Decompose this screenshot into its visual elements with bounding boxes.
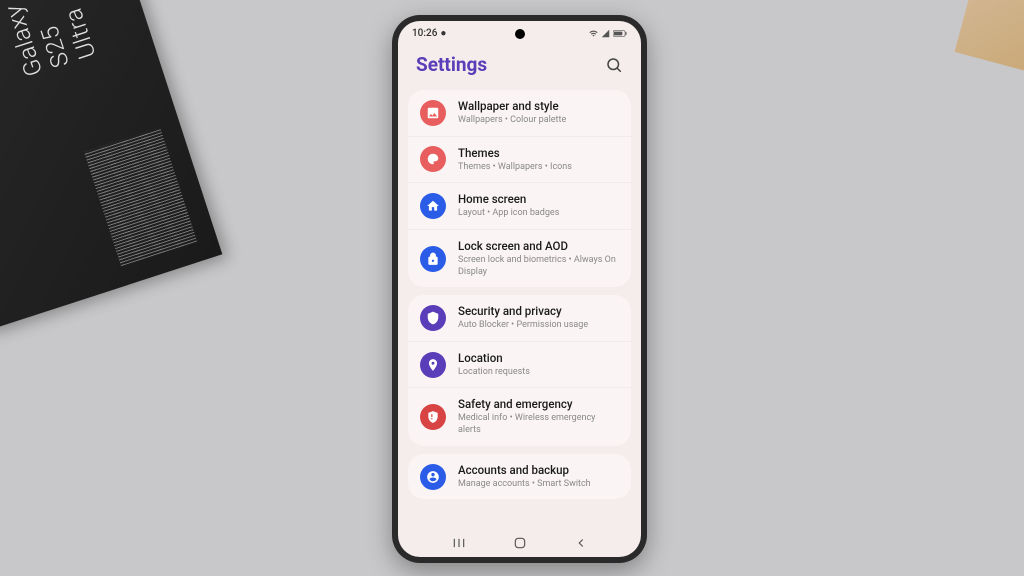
product-box: Galaxy S25 Ultra <box>0 0 222 332</box>
item-subtitle: Location requests <box>458 367 619 379</box>
item-subtitle: Layout • App icon badges <box>458 208 619 220</box>
settings-item-shield[interactable]: Security and privacy Auto Blocker • Perm… <box>408 295 631 341</box>
themes-icon <box>420 146 446 172</box>
status-dot-icon: ● <box>440 28 446 39</box>
item-text: Home screen Layout • App icon badges <box>458 192 619 220</box>
item-subtitle: Manage accounts • Smart Switch <box>458 479 619 491</box>
navigation-bar <box>398 529 641 557</box>
signal-icon <box>601 29 610 38</box>
home-nav-icon <box>513 536 527 550</box>
search-icon <box>605 56 623 74</box>
shield-icon <box>420 305 446 331</box>
settings-item-themes[interactable]: Themes Themes • Wallpapers • Icons <box>408 136 631 183</box>
box-label: Galaxy S25 Ultra <box>0 0 101 80</box>
home-icon <box>420 193 446 219</box>
settings-group: Wallpaper and style Wallpapers • Colour … <box>408 90 631 287</box>
item-text: Security and privacy Auto Blocker • Perm… <box>458 304 619 332</box>
barcode <box>84 127 197 266</box>
search-button[interactable] <box>605 56 623 74</box>
home-button[interactable] <box>505 536 535 550</box>
settings-item-home[interactable]: Home screen Layout • App icon badges <box>408 182 631 229</box>
item-title: Location <box>458 351 619 366</box>
phone-screen: 10:26 ● Settings Wallpaper and style Wal… <box>398 21 641 557</box>
item-text: Themes Themes • Wallpapers • Icons <box>458 146 619 174</box>
recents-icon <box>452 536 466 550</box>
item-text: Accounts and backup Manage accounts • Sm… <box>458 463 619 491</box>
item-title: Lock screen and AOD <box>458 239 619 254</box>
item-title: Security and privacy <box>458 304 619 319</box>
lock-icon <box>420 246 446 272</box>
accounts-icon <box>420 464 446 490</box>
item-subtitle: Medical info • Wireless emergency alerts <box>458 413 619 436</box>
item-title: Wallpaper and style <box>458 99 619 114</box>
item-text: Safety and emergency Medical info • Wire… <box>458 397 619 436</box>
location-icon <box>420 352 446 378</box>
camera-cutout <box>515 29 525 39</box>
back-icon <box>574 536 588 550</box>
wifi-icon <box>589 29 598 38</box>
settings-item-safety[interactable]: Safety and emergency Medical info • Wire… <box>408 387 631 445</box>
item-text: Wallpaper and style Wallpapers • Colour … <box>458 99 619 127</box>
settings-group: Security and privacy Auto Blocker • Perm… <box>408 295 631 446</box>
item-subtitle: Auto Blocker • Permission usage <box>458 320 619 332</box>
status-icons <box>589 29 627 38</box>
phone-frame: 10:26 ● Settings Wallpaper and style Wal… <box>392 15 647 563</box>
wallpaper-icon <box>420 100 446 126</box>
back-button[interactable] <box>566 536 596 550</box>
item-text: Location Location requests <box>458 351 619 379</box>
settings-list[interactable]: Wallpaper and style Wallpapers • Colour … <box>398 90 641 499</box>
item-subtitle: Wallpapers • Colour palette <box>458 115 619 127</box>
settings-item-location[interactable]: Location Location requests <box>408 341 631 388</box>
wood-prop <box>955 0 1024 75</box>
battery-icon <box>613 29 627 38</box>
item-text: Lock screen and AOD Screen lock and biom… <box>458 239 619 278</box>
settings-group: Accounts and backup Manage accounts • Sm… <box>408 454 631 500</box>
safety-icon <box>420 404 446 430</box>
settings-item-wallpaper[interactable]: Wallpaper and style Wallpapers • Colour … <box>408 90 631 136</box>
status-time: 10:26 <box>412 28 437 39</box>
item-title: Accounts and backup <box>458 463 619 478</box>
item-title: Home screen <box>458 192 619 207</box>
item-title: Safety and emergency <box>458 397 619 412</box>
item-subtitle: Screen lock and biometrics • Always On D… <box>458 255 619 278</box>
item-subtitle: Themes • Wallpapers • Icons <box>458 162 619 174</box>
page-title: Settings <box>416 53 487 76</box>
settings-item-accounts[interactable]: Accounts and backup Manage accounts • Sm… <box>408 454 631 500</box>
settings-header: Settings <box>398 41 641 90</box>
item-title: Themes <box>458 146 619 161</box>
settings-item-lock[interactable]: Lock screen and AOD Screen lock and biom… <box>408 229 631 287</box>
recents-button[interactable] <box>444 536 474 550</box>
